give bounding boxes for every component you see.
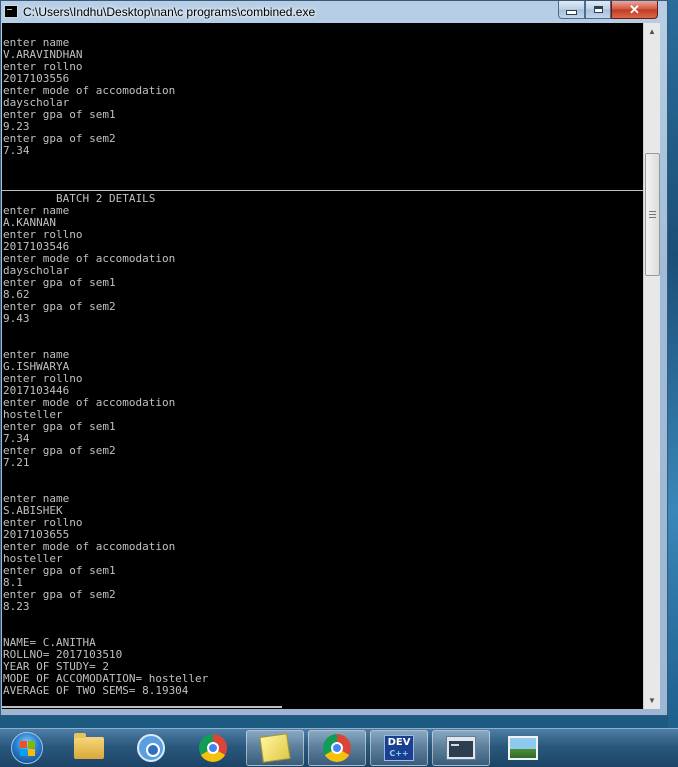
console-line: 7.34 [3,144,30,157]
taskbar-item-console-window[interactable] [432,730,490,766]
console-text: enter name V.ARAVINDHAN enter rollno 201… [3,37,208,697]
start-button[interactable] [2,730,52,766]
console-line: 8.23 [3,600,30,613]
window-title: C:\Users\Indhu\Desktop\nan\c programs\co… [23,5,316,19]
desktop-background [668,0,678,728]
minimize-button[interactable] [558,1,585,19]
console-line: 7.21 [3,456,30,469]
taskbar-item-file-explorer[interactable] [60,730,118,766]
maximize-icon [593,6,603,13]
console-output-area[interactable]: enter name V.ARAVINDHAN enter rollno 201… [2,23,643,709]
minimize-icon [566,10,577,15]
taskbar-item-sticky-notes[interactable] [246,730,304,766]
taskbar-item-chrome-profile[interactable] [308,730,366,766]
title-bar[interactable]: C:\Users\Indhu\Desktop\nan\c programs\co… [1,1,667,23]
maximize-button[interactable] [585,1,611,19]
arrow-down-icon: ▼ [648,696,656,705]
chromium-icon [137,734,165,762]
console-cursor [2,706,282,708]
console-window-icon [446,736,476,760]
arrow-up-icon: ▲ [648,27,656,36]
close-icon: ✕ [629,1,640,17]
taskbar: DEV C++ [0,728,678,767]
sticky-notes-icon [259,733,291,763]
devcpp-icon: DEV C++ [384,735,414,761]
console-app-icon [4,5,18,18]
grip-icon [649,211,656,218]
taskbar-item-chrome[interactable] [184,730,242,766]
console-separator-line [2,190,643,191]
scroll-down-button[interactable]: ▼ [644,692,660,709]
windows-orb-icon [11,732,43,764]
chrome-icon [199,734,227,762]
taskbar-item-chromium[interactable] [122,730,180,766]
picture-icon [508,736,538,760]
console-line: 9.43 [3,312,30,325]
console-window: C:\Users\Indhu\Desktop\nan\c programs\co… [0,0,668,716]
taskbar-item-dev-cpp[interactable]: DEV C++ [370,730,428,766]
folder-icon [74,733,104,759]
vertical-scrollbar[interactable]: ▲ ▼ [643,23,660,709]
scroll-up-button[interactable]: ▲ [644,23,660,40]
chrome-icon [323,734,351,762]
console-line: AVERAGE OF TWO SEMS= 8.19304 [3,684,189,697]
scroll-thumb[interactable] [645,153,660,276]
taskbar-item-picture-viewer[interactable] [494,730,552,766]
close-button[interactable]: ✕ [611,1,658,19]
